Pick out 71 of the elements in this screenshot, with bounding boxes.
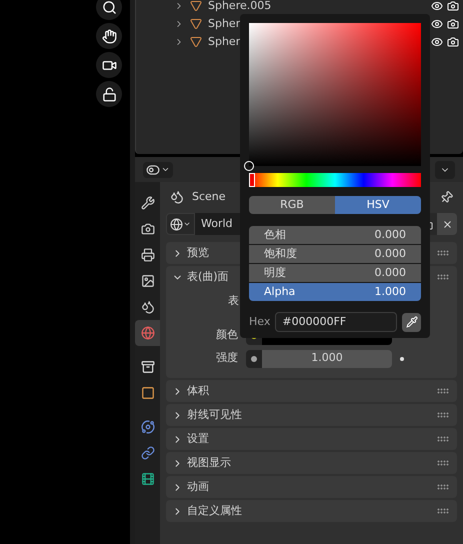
hex-field[interactable]: #000000FF xyxy=(275,312,397,332)
scene-icon xyxy=(170,190,184,204)
hsv-field[interactable]: 明度 0.000 xyxy=(249,264,421,282)
close-button[interactable] xyxy=(437,213,457,235)
drag-handle-icon[interactable] xyxy=(437,388,449,394)
panel-header[interactable]: 自定义属性 xyxy=(187,502,242,520)
drag-handle-icon[interactable] xyxy=(437,274,449,280)
hsv-field[interactable]: 饱和度 0.000 xyxy=(249,245,421,263)
hsv-field[interactable]: Alpha 1.000 xyxy=(249,283,421,301)
caret-icon xyxy=(183,220,191,228)
panel-header[interactable]: 预览 xyxy=(187,244,209,262)
mesh-icon xyxy=(190,0,202,12)
object-icon xyxy=(140,386,154,400)
panel-header[interactable]: 视图显示 xyxy=(187,454,231,472)
breadcrumb[interactable]: Scene xyxy=(192,188,226,206)
field-label: 表 xyxy=(228,292,239,309)
field-label: 颜色 xyxy=(215,327,239,344)
eyedropper-button[interactable] xyxy=(402,312,421,332)
lock-icon[interactable] xyxy=(96,81,122,107)
constraints-icon xyxy=(140,446,154,460)
zoom-icon[interactable] xyxy=(96,0,122,20)
camera-icon[interactable] xyxy=(447,18,459,30)
physics-icon xyxy=(140,420,154,434)
hand-icon[interactable] xyxy=(96,23,122,49)
world-icon xyxy=(140,326,154,340)
toggle-icon xyxy=(146,162,160,176)
drag-handle-icon[interactable] xyxy=(437,508,449,514)
mesh-icon xyxy=(190,18,202,30)
panel-header[interactable]: 表(曲)面 xyxy=(187,268,229,286)
drag-handle-icon[interactable] xyxy=(437,250,449,256)
panel-header[interactable]: 体积 xyxy=(187,382,209,400)
hue-slider[interactable] xyxy=(249,173,421,187)
strength-field[interactable]: 1.000 xyxy=(262,350,392,368)
hex-label: Hex xyxy=(249,314,270,330)
mode-tab[interactable]: HSV xyxy=(335,196,421,214)
panel-header[interactable]: 动画 xyxy=(187,478,209,496)
mesh-icon xyxy=(190,36,202,48)
camera-icon[interactable] xyxy=(96,52,122,78)
world-selector-button[interactable] xyxy=(166,213,195,235)
hsv-field[interactable]: 色相 0.000 xyxy=(249,226,421,244)
panel-header[interactable]: 设置 xyxy=(187,430,209,448)
eye-icon[interactable] xyxy=(431,36,443,48)
outliner-item[interactable]: Spher xyxy=(208,34,240,50)
globe-icon xyxy=(170,218,183,230)
close-icon xyxy=(442,218,452,230)
camera-icon[interactable] xyxy=(447,0,459,12)
picker-cursor[interactable] xyxy=(244,161,254,171)
outliner-item[interactable]: Sphere.005 xyxy=(208,0,272,14)
editor-type-button[interactable] xyxy=(143,162,173,178)
scene-icon xyxy=(140,300,154,314)
field-label: 强度 xyxy=(215,350,239,366)
view-layer-icon xyxy=(140,274,154,288)
drag-handle-icon[interactable] xyxy=(437,436,449,442)
socket-button[interactable] xyxy=(246,350,262,368)
output-icon xyxy=(140,248,154,262)
tool-icon xyxy=(140,196,154,210)
camera-icon[interactable] xyxy=(447,36,459,48)
outliner-item[interactable]: Spher xyxy=(208,16,240,32)
data-icon xyxy=(140,472,154,486)
panel-header[interactable]: 射线可见性 xyxy=(187,406,242,424)
hue-handle[interactable] xyxy=(249,173,255,187)
eye-icon[interactable] xyxy=(431,0,443,12)
mode-tab[interactable]: RGB xyxy=(249,196,335,214)
drag-handle-icon[interactable] xyxy=(437,460,449,466)
eyedropper-icon xyxy=(406,316,418,328)
caret-icon xyxy=(161,165,170,174)
eye-icon[interactable] xyxy=(431,18,443,30)
collection-icon xyxy=(140,360,154,374)
render-icon xyxy=(140,222,154,236)
drag-handle-icon[interactable] xyxy=(437,412,449,418)
drag-handle-icon[interactable] xyxy=(437,484,449,490)
